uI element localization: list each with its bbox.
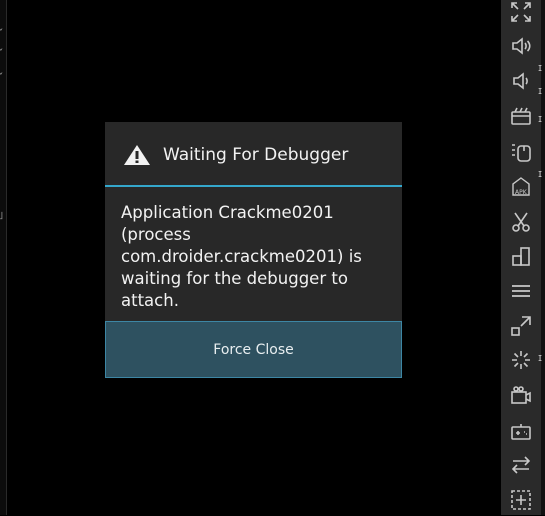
right-window-edge: [541, 0, 545, 515]
right-edge-glyph: ɪ: [538, 61, 543, 74]
svg-text:APK: APK: [515, 189, 528, 196]
cut-icon[interactable]: [509, 210, 533, 234]
screenshot-icon[interactable]: [509, 244, 533, 268]
volume-down-icon[interactable]: [509, 69, 533, 93]
right-edge-glyph: ɪ: [538, 351, 543, 364]
left-edge-glyph: ˇ: [0, 71, 4, 84]
loading-icon[interactable]: [509, 348, 533, 372]
switch-icon[interactable]: [509, 453, 533, 477]
dialog-header: Waiting For Debugger: [105, 122, 402, 187]
volume-up-icon[interactable]: [509, 34, 533, 58]
debugger-dialog: Waiting For Debugger Application Crackme…: [105, 122, 402, 378]
left-edge-glyph: ˩: [0, 209, 4, 222]
dialog-message: Application Crackme0201 (process com.dro…: [121, 203, 362, 310]
device-icon[interactable]: [509, 140, 533, 164]
media-icon[interactable]: [509, 104, 533, 128]
right-edge-glyph: ɪ: [538, 112, 543, 125]
gamepad-icon[interactable]: [509, 419, 533, 443]
fullscreen-icon[interactable]: [509, 0, 533, 24]
warning-icon: [123, 144, 151, 166]
force-close-button[interactable]: Force Close: [105, 321, 402, 378]
left-edge-glyph: ˇ: [0, 27, 4, 40]
right-edge-glyph: ɪ: [538, 84, 543, 97]
dialog-title: Waiting For Debugger: [163, 145, 349, 165]
apk-install-icon[interactable]: APK: [509, 175, 533, 199]
menu-icon[interactable]: [509, 279, 533, 303]
left-edge-glyph: ˇ: [0, 47, 4, 60]
add-icon[interactable]: [509, 488, 533, 512]
camera-icon[interactable]: [509, 383, 533, 407]
emulator-toolbar: APK: [501, 0, 541, 515]
right-edge-glyph: ɪ: [538, 167, 543, 180]
resize-icon[interactable]: [509, 314, 533, 338]
